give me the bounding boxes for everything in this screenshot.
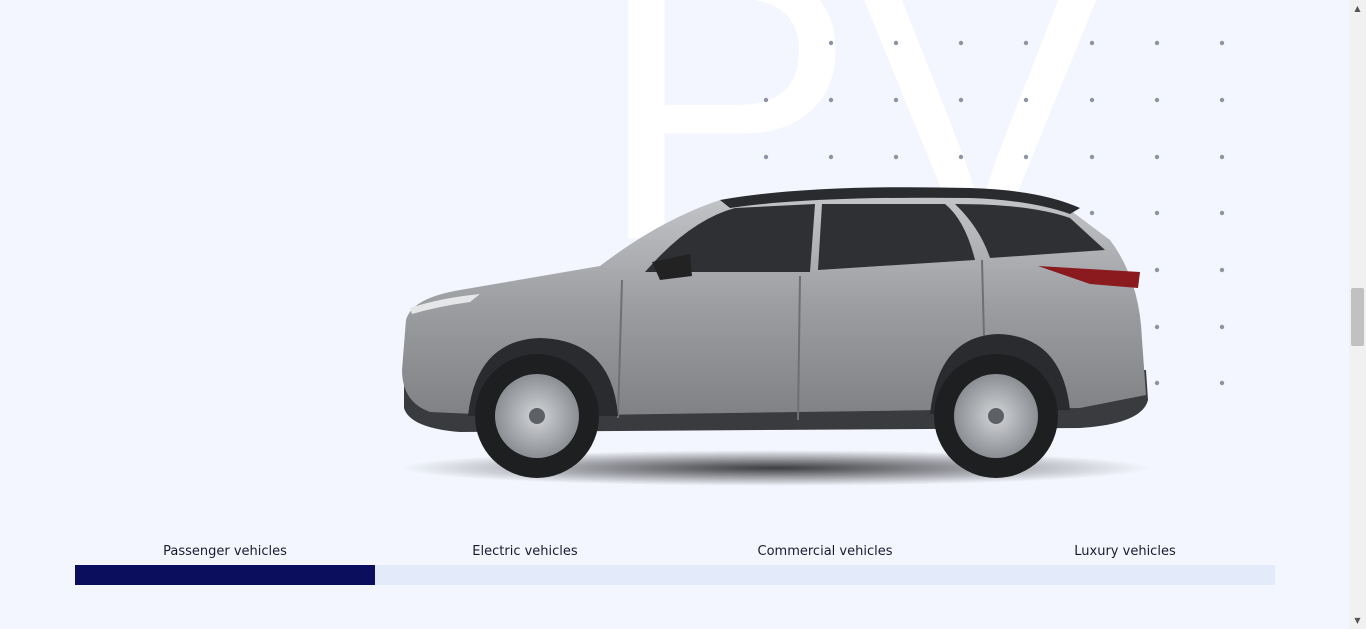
suv-image — [400, 187, 1150, 486]
scrollbar-thumb[interactable] — [1351, 288, 1364, 346]
tab-passenger-vehicles[interactable]: Passenger vehicles — [75, 540, 375, 565]
grid-dot — [1089, 40, 1095, 46]
front-wheel — [475, 354, 599, 478]
tab-luxury-vehicles[interactable]: Luxury vehicles — [975, 540, 1275, 565]
grid-dot — [763, 97, 769, 103]
grid-dot — [958, 97, 964, 103]
grid-dot — [1219, 210, 1225, 216]
tab-list: Passenger vehicles Electric vehicles Com… — [75, 540, 1275, 565]
triangle-down-icon[interactable]: ▼ — [1349, 612, 1366, 629]
grid-dot — [1219, 40, 1225, 46]
grid-dot — [958, 40, 964, 46]
grid-dot — [1023, 97, 1029, 103]
grid-dot — [1023, 154, 1029, 160]
grid-dot — [1154, 154, 1160, 160]
grid-dot — [1089, 154, 1095, 160]
tab-progress-track — [75, 565, 1275, 585]
tab-commercial-vehicles[interactable]: Commercial vehicles — [675, 540, 975, 565]
grid-dot — [1219, 324, 1225, 330]
tab-progress-fill — [75, 565, 375, 585]
rear-wheel — [934, 354, 1058, 478]
grid-dot — [893, 97, 899, 103]
page: PV Passenger vehicles Electric vehicles … — [0, 0, 1349, 629]
grid-dot — [958, 154, 964, 160]
grid-dot — [1023, 40, 1029, 46]
grid-dot — [893, 154, 899, 160]
grid-dot — [828, 40, 834, 46]
grid-dot — [763, 154, 769, 160]
grid-dot — [1219, 97, 1225, 103]
grid-dot — [1154, 97, 1160, 103]
tab-electric-vehicles[interactable]: Electric vehicles — [375, 540, 675, 565]
grid-dot — [1219, 380, 1225, 386]
grid-dot — [1154, 40, 1160, 46]
grid-dot — [1219, 154, 1225, 160]
grid-dot — [1089, 97, 1095, 103]
triangle-up-icon[interactable]: ▲ — [1349, 0, 1366, 17]
grid-dot — [828, 97, 834, 103]
grid-dot — [893, 40, 899, 46]
grid-dot — [828, 154, 834, 160]
grid-dot — [1219, 267, 1225, 273]
vehicle-category-tabs: Passenger vehicles Electric vehicles Com… — [75, 540, 1275, 585]
vertical-scrollbar[interactable]: ▲ ▼ — [1349, 0, 1366, 629]
